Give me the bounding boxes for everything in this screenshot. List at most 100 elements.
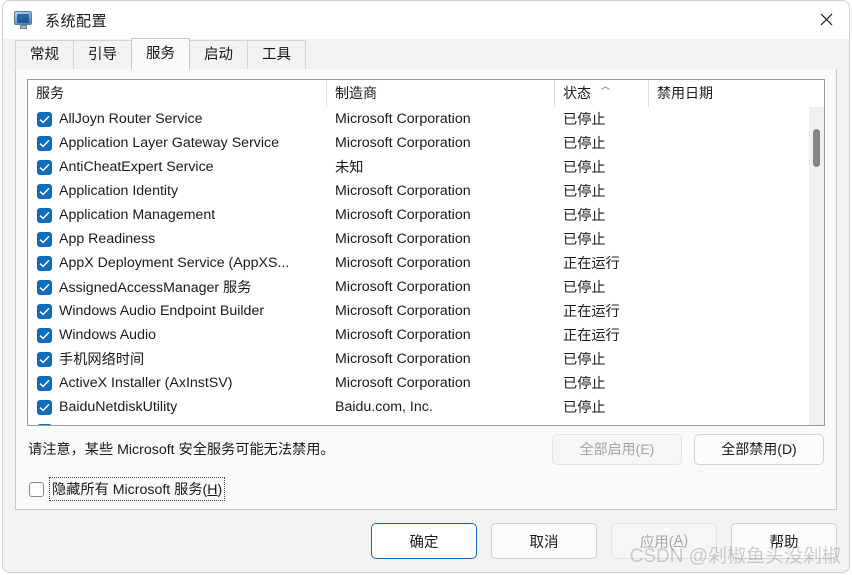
service-checkbox[interactable] (37, 399, 52, 415)
cell-vendor: Microsoft Corporation (335, 375, 471, 391)
services-list: 服务 制造商 状态 ︿ 禁用日期 AllJoyn Router Service M… (27, 79, 825, 426)
service-name: AppX Deployment Service (AppXS... (59, 255, 290, 271)
apply-button-label-suffix: ) (683, 533, 689, 549)
service-checkbox[interactable] (37, 255, 52, 271)
service-checkbox[interactable] (37, 207, 52, 223)
service-name: Windows Audio Endpoint Builder (59, 303, 265, 319)
cell-state: 已停止 (563, 232, 606, 248)
service-name: Application Layer Gateway Service (59, 135, 280, 151)
table-row[interactable]: AllJoyn Router Service Microsoft Corporat… (28, 107, 824, 131)
service-name: Application Management (59, 207, 216, 223)
apply-button[interactable]: 应用(A) (611, 523, 717, 559)
cell-vendor: Microsoft Corporation (335, 327, 471, 343)
column-header-disable-date[interactable]: 禁用日期 (649, 80, 809, 107)
service-checkbox[interactable] (37, 159, 52, 175)
service-name: ActiveX Installer (AxInstSV) (59, 375, 233, 391)
cell-service: 手机网络时间 (28, 349, 327, 369)
ok-button-label: 确定 (409, 534, 439, 551)
cell-vendor: 未知 (335, 160, 364, 176)
sort-ascending-icon: ︿ (601, 81, 611, 91)
tab-startup[interactable]: 启动 (189, 40, 248, 69)
title-bar: 系统配置 (3, 1, 849, 39)
scrollbar-thumb[interactable] (813, 129, 820, 167)
cell-vendor: Microsoft Corporation (335, 303, 471, 319)
column-header-service[interactable]: 服务 (28, 80, 327, 107)
cancel-button[interactable]: 取消 (491, 523, 597, 559)
tab-tools[interactable]: 工具 (247, 40, 306, 69)
disable-all-label: 全部禁用(D) (721, 441, 797, 457)
apply-button-accel: A (673, 533, 684, 549)
disable-all-button[interactable]: 全部禁用(D) (694, 433, 824, 465)
service-checkbox[interactable] (37, 327, 52, 343)
cell-state: 已停止 (563, 184, 606, 200)
apply-button-label-prefix: 应用( (639, 534, 674, 551)
cell-state: 已停止 (563, 136, 606, 152)
service-checkbox[interactable] (37, 111, 52, 127)
service-checkbox[interactable] (37, 423, 52, 425)
cell-state: 正在运行 (563, 328, 620, 344)
column-header-disable-date-label: 禁用日期 (657, 85, 713, 101)
table-row[interactable]: AppX Deployment Service (AppXS... Microso… (28, 251, 824, 275)
table-row[interactable]: AssignedAccessManager 服务 Microsoft Corpor… (28, 275, 824, 299)
cell-vendor: Microsoft Corporation (335, 351, 471, 367)
cell-service: AntiCheatExpert Service (28, 159, 327, 175)
table-row[interactable]: Application Layer Gateway Service Microso… (28, 131, 824, 155)
service-checkbox[interactable] (37, 183, 52, 199)
hide-microsoft-services-label[interactable]: 隐藏所有 Microsoft 服务(H) (49, 477, 226, 501)
tab-general[interactable]: 常规 (15, 40, 74, 69)
cell-state: 已停止 (563, 208, 606, 224)
service-checkbox[interactable] (37, 135, 52, 151)
column-header-vendor[interactable]: 制造商 (327, 80, 555, 107)
table-row[interactable]: ActiveX Installer (AxInstSV) Microsoft Co… (28, 371, 824, 395)
hide-microsoft-services-label-suffix: ) (217, 482, 223, 498)
table-row[interactable]: AntiCheatExpert Service 未知 已停止 (28, 155, 824, 179)
cell-vendor: Microsoft Corporation (335, 207, 471, 223)
help-button[interactable]: 帮助 (731, 523, 837, 559)
cell-vendor: Microsoft Corporation (335, 255, 471, 271)
cell-state: 已停止 (563, 112, 606, 128)
service-checkbox[interactable] (37, 351, 52, 367)
window-title: 系统配置 (45, 12, 108, 30)
cell-state: 正在运行 (563, 304, 620, 320)
tab-services[interactable]: 服务 (131, 38, 190, 69)
cell-state: 已停止 (563, 376, 606, 392)
tab-boot[interactable]: 引导 (73, 40, 132, 69)
column-header-state-label: 状态 (563, 85, 591, 101)
cell-service: Application Management (28, 207, 327, 223)
hide-microsoft-services-checkbox[interactable] (29, 481, 44, 497)
help-button-label: 帮助 (769, 534, 799, 551)
cell-service: AppX Deployment Service (AppXS... (28, 255, 327, 271)
service-checkbox[interactable] (37, 375, 52, 391)
cell-state: 已停止 (563, 352, 606, 368)
column-header-state[interactable]: 状态 ︿ (555, 80, 649, 107)
cell-state: 已停止 (563, 280, 606, 296)
cell-vendor: Microsoft Corporation (335, 279, 471, 295)
table-row[interactable]: Application Identity Microsoft Corporatio… (28, 179, 824, 203)
table-row[interactable]: Application Management Microsoft Corporat… (28, 203, 824, 227)
note-and-bulk-actions-row: 请注意，某些 Microsoft 安全服务可能无法禁用。 全部启用(E) 全部禁… (27, 426, 825, 472)
table-row[interactable]: BaiduNetdiskUtility Baidu.com, Inc. 已停止 (28, 395, 824, 419)
enable-all-label: 全部启用(E) (579, 441, 655, 457)
service-checkbox[interactable] (37, 279, 52, 295)
cell-state: 已停止 (563, 160, 606, 176)
hide-microsoft-services-row[interactable]: 隐藏所有 Microsoft 服务(H) (27, 472, 825, 506)
table-row[interactable]: Windows Audio Endpoint Builder Microsoft … (28, 299, 824, 323)
cell-service: Application Identity (28, 183, 327, 199)
table-row[interactable]: Windows Audio Microsoft Corporation 正在运行 (28, 323, 824, 347)
tab-strip: 常规 引导 服务 启动 工具 (3, 38, 849, 69)
service-name: 手机网络时间 (59, 352, 145, 368)
table-row[interactable]: App Readiness Microsoft Corporation 已停止 (28, 227, 824, 251)
service-checkbox[interactable] (37, 303, 52, 319)
dialog-footer: 确定 取消 应用(A) 帮助 CSDN @剁椒鱼头没剁椒 (3, 510, 849, 572)
services-tab-page: 服务 制造商 状态 ︿ 禁用日期 AllJoyn Router Service M… (15, 68, 837, 510)
list-vertical-scrollbar[interactable] (809, 107, 824, 425)
service-name: AllJoyn Router Service (59, 111, 203, 127)
service-checkbox[interactable] (37, 231, 52, 247)
service-name: Windows Audio (59, 327, 156, 343)
enable-all-button[interactable]: 全部启用(E) (552, 433, 682, 465)
close-icon[interactable] (803, 1, 849, 38)
table-row[interactable] (28, 419, 824, 425)
ok-button[interactable]: 确定 (371, 523, 477, 559)
table-row[interactable]: 手机网络时间 Microsoft Corporation 已停止 (28, 347, 824, 371)
list-header-row: 服务 制造商 状态 ︿ 禁用日期 (28, 80, 824, 107)
